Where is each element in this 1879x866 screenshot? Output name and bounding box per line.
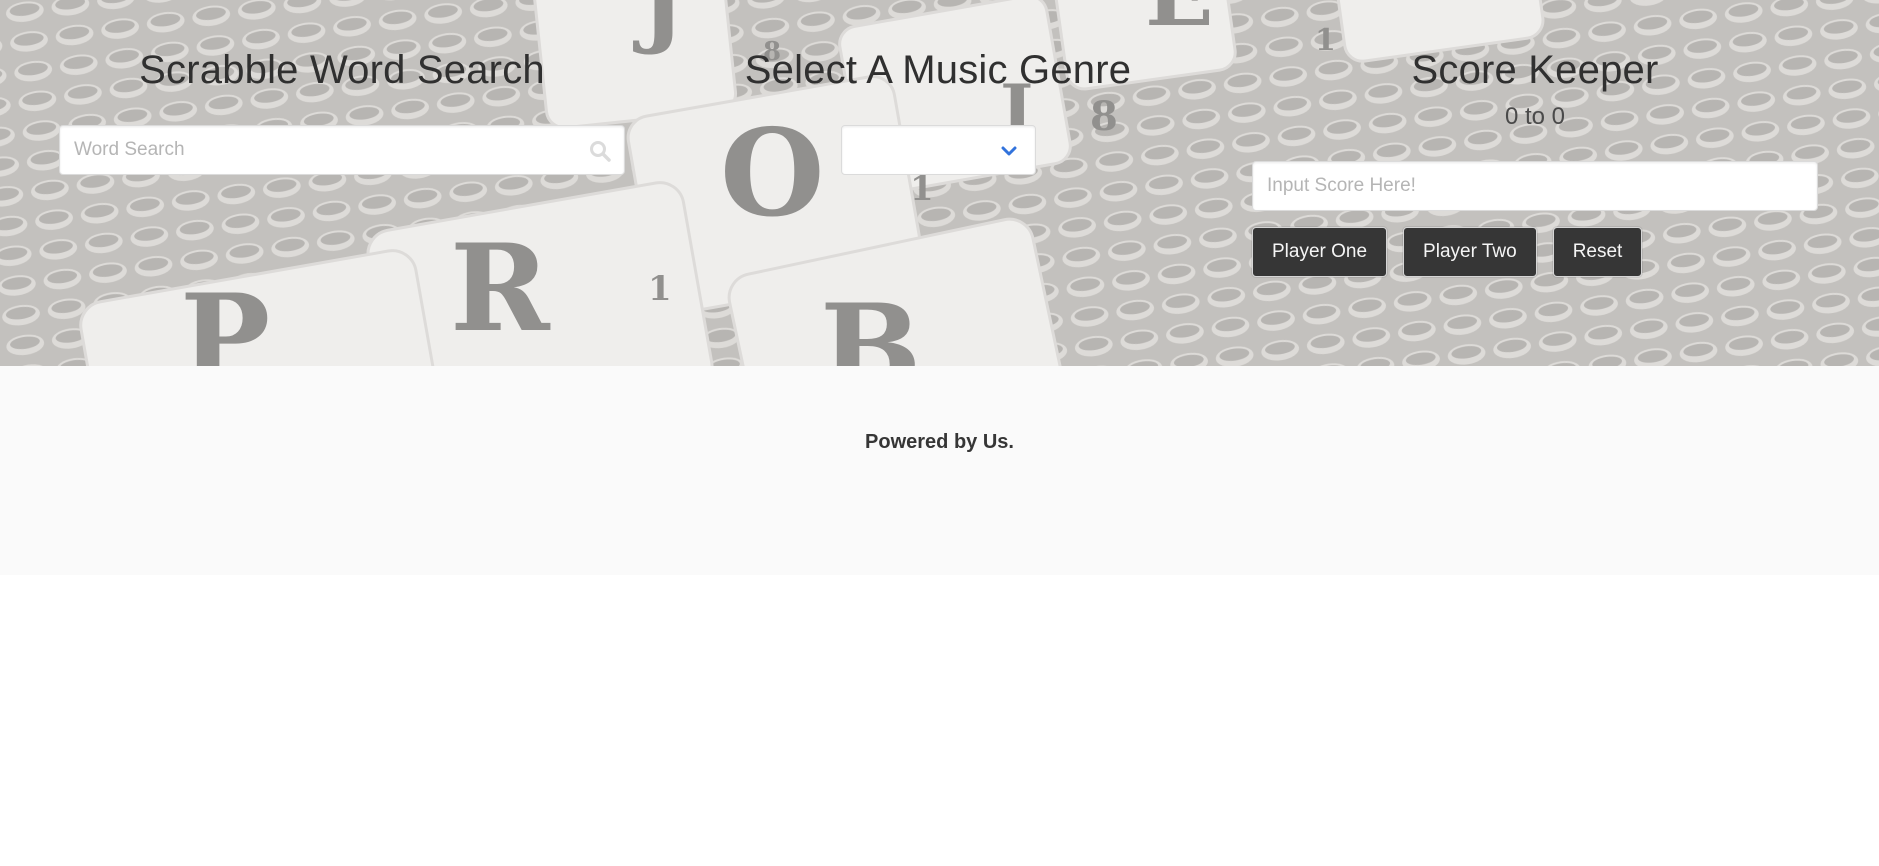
- music-genre-title: Select A Music Genre: [744, 48, 1132, 92]
- footer-text: Powered by Us.: [0, 431, 1879, 454]
- score-input[interactable]: [1253, 162, 1817, 210]
- score-keeper-column: Score Keeper 0 to 0 Player One Player Tw…: [1252, 0, 1818, 366]
- music-genre-column: Select A Music Genre: [655, 0, 1221, 366]
- word-search-title: Scrabble Word Search: [139, 48, 545, 92]
- score-input-field: [1252, 161, 1818, 211]
- score-buttons: Player One Player Two Reset: [1252, 227, 1643, 277]
- player-one-button[interactable]: Player One: [1252, 227, 1388, 277]
- footer: Powered by Us.: [0, 366, 1879, 575]
- hero-section: J E O J R P B 1 1 8 8 1 Scrabble Word Se…: [0, 0, 1879, 366]
- footer-credit: Powered by Us.: [865, 431, 1014, 453]
- genre-select[interactable]: [842, 126, 1035, 174]
- reset-button[interactable]: Reset: [1552, 227, 1643, 277]
- score-keeper-title: Score Keeper: [1411, 48, 1659, 92]
- score-display: 0 to 0: [1504, 103, 1566, 130]
- search-icon: [590, 141, 611, 162]
- genre-select-wrapper: [841, 125, 1036, 175]
- word-search-field: [59, 125, 625, 175]
- player-two-button[interactable]: Player Two: [1403, 227, 1537, 277]
- word-search-column: Scrabble Word Search: [59, 0, 625, 366]
- word-search-input[interactable]: [60, 126, 624, 174]
